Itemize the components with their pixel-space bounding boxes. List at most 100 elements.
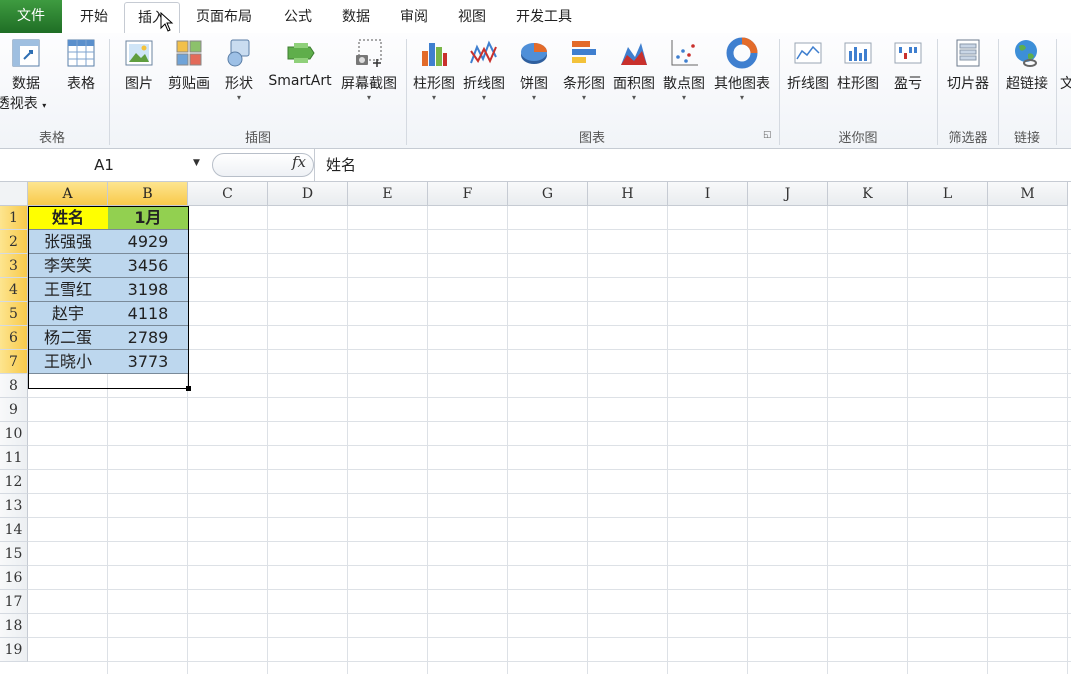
bar-chart-dropdown-icon: ▾: [581, 93, 586, 102]
shapes-icon: [227, 39, 250, 67]
column-header-j[interactable]: J: [748, 182, 828, 206]
row-header-11[interactable]: 11: [0, 446, 28, 470]
column-header-a[interactable]: A: [28, 182, 108, 206]
column-header-e[interactable]: E: [348, 182, 428, 206]
tab-review[interactable]: 审阅: [390, 2, 438, 32]
row-header-5[interactable]: 5: [0, 302, 28, 326]
row-header-8[interactable]: 8: [0, 374, 28, 398]
cell-value[interactable]: 3198: [108, 278, 189, 302]
group-label-tables: 表格: [38, 131, 65, 146]
pie-chart-icon: [521, 43, 547, 64]
cell-name[interactable]: 李笑笑: [28, 254, 109, 278]
column-header-b[interactable]: B: [108, 182, 188, 206]
sparkline-column-button[interactable]: 柱形图: [834, 37, 882, 93]
shapes-label: 形状: [225, 76, 253, 92]
insert-function-icon[interactable]: fx: [292, 153, 306, 171]
cell-name[interactable]: 张强强: [28, 230, 109, 254]
pie-chart-label: 饼图: [520, 76, 548, 92]
sparkline-winloss-button[interactable]: 盈亏: [886, 37, 930, 93]
sparkline-column-label: 柱形图: [837, 76, 879, 92]
column-header-h[interactable]: H: [588, 182, 668, 206]
row-header-18[interactable]: 18: [0, 614, 28, 638]
tab-formulas[interactable]: 公式: [274, 2, 322, 32]
screenshot-button[interactable]: 屏幕截图 ▾: [338, 37, 400, 103]
cell-value[interactable]: 3773: [108, 350, 189, 374]
row-header-4[interactable]: 4: [0, 278, 28, 302]
shapes-button[interactable]: 形状 ▾: [218, 37, 260, 103]
bar-chart-icon: [572, 41, 596, 63]
row-header-12[interactable]: 12: [0, 470, 28, 494]
row-header-2[interactable]: 2: [0, 230, 28, 254]
column-header-g[interactable]: G: [508, 182, 588, 206]
fill-handle[interactable]: [186, 386, 191, 391]
tab-home[interactable]: 开始: [70, 2, 118, 32]
row-header-17[interactable]: 17: [0, 590, 28, 614]
cell-value[interactable]: 3456: [108, 254, 189, 278]
pivot-label-2: 透视表 ▾: [0, 96, 47, 112]
name-box-dropdown-icon[interactable]: ▼: [193, 158, 200, 168]
column-header-k[interactable]: K: [828, 182, 908, 206]
bar-chart-button[interactable]: 条形图 ▾: [560, 37, 608, 103]
cell-name[interactable]: 王晓小: [28, 350, 109, 374]
ribbon-tab-bar: 文件 开始 插入 页面布局 公式 数据 审阅 视图 开发工具: [0, 0, 1071, 35]
donut-chart-icon: [726, 37, 758, 69]
row-header-14[interactable]: 14: [0, 518, 28, 542]
name-box[interactable]: A1: [0, 153, 208, 177]
worksheet-grid[interactable]: ABCDEFGHIJKLM 1 2 3 4 5 6 7 8 9 10 11 12 13 14 15 16 17 1…: [0, 182, 1071, 674]
cell-name[interactable]: 杨二蛋: [28, 326, 109, 350]
hyperlink-button[interactable]: 超链接: [1002, 37, 1052, 93]
column-header-d[interactable]: D: [268, 182, 348, 206]
clipart-label: 剪贴画: [168, 76, 210, 92]
row-header-10[interactable]: 10: [0, 422, 28, 446]
line-chart-button[interactable]: 折线图 ▾: [460, 37, 508, 103]
picture-button[interactable]: 图片: [118, 37, 160, 93]
text-group-button[interactable]: 文: [1060, 37, 1071, 93]
scatter-chart-label: 散点图: [663, 76, 705, 92]
tab-data[interactable]: 数据: [332, 2, 380, 32]
formula-input[interactable]: 姓名: [326, 154, 356, 175]
column-header-l[interactable]: L: [908, 182, 988, 206]
pie-chart-button[interactable]: 饼图 ▾: [512, 37, 556, 103]
table-button[interactable]: 表格: [60, 37, 102, 93]
row-header-13[interactable]: 13: [0, 494, 28, 518]
scatter-chart-button[interactable]: 散点图 ▾: [660, 37, 708, 103]
cell-name[interactable]: 王雪红: [28, 278, 109, 302]
row-header-19[interactable]: 19: [0, 638, 28, 662]
row-header-3[interactable]: 3: [0, 254, 28, 278]
dialog-launcher-icon[interactable]: ◱: [763, 130, 772, 140]
column-header-i[interactable]: I: [668, 182, 748, 206]
cell-b1-header[interactable]: 1月: [108, 206, 189, 230]
row-header-6[interactable]: 6: [0, 326, 28, 350]
row-header-9[interactable]: 9: [0, 398, 28, 422]
cell-value[interactable]: 2789: [108, 326, 189, 350]
row-header-7[interactable]: 7: [0, 350, 28, 374]
cell-value[interactable]: 4929: [108, 230, 189, 254]
area-chart-button[interactable]: 面积图 ▾: [610, 37, 658, 103]
select-all-corner[interactable]: [0, 182, 28, 206]
clipart-button[interactable]: 剪贴画: [164, 37, 214, 93]
slicer-label: 切片器: [947, 76, 989, 92]
column-header-c[interactable]: C: [188, 182, 268, 206]
column-chart-button[interactable]: 柱形图 ▾: [410, 37, 458, 103]
row-header-16[interactable]: 16: [0, 566, 28, 590]
cell-name[interactable]: 赵宇: [28, 302, 109, 326]
cell-a1-header[interactable]: 姓名: [28, 206, 109, 230]
tab-page-layout[interactable]: 页面布局: [188, 2, 260, 32]
column-header-f[interactable]: F: [428, 182, 508, 206]
column-header-m[interactable]: M: [988, 182, 1068, 206]
other-charts-button[interactable]: 其他图表 ▾: [710, 37, 774, 103]
pivot-table-icon: [12, 39, 40, 67]
cell-value[interactable]: 4118: [108, 302, 189, 326]
tab-view[interactable]: 视图: [448, 2, 496, 32]
pivot-label-1: 数据: [12, 76, 40, 92]
tab-developer[interactable]: 开发工具: [506, 2, 582, 32]
smartart-label: SmartArt: [268, 73, 332, 89]
pivot-table-button[interactable]: 数据 透视表 ▾: [0, 37, 52, 113]
table-icon: [67, 39, 95, 67]
row-header-15[interactable]: 15: [0, 542, 28, 566]
tab-file[interactable]: 文件: [0, 0, 62, 33]
row-header-1[interactable]: 1: [0, 206, 28, 230]
smartart-button[interactable]: SmartArt: [266, 37, 334, 89]
slicer-button[interactable]: 切片器: [942, 37, 994, 93]
sparkline-line-button[interactable]: 折线图: [784, 37, 832, 93]
